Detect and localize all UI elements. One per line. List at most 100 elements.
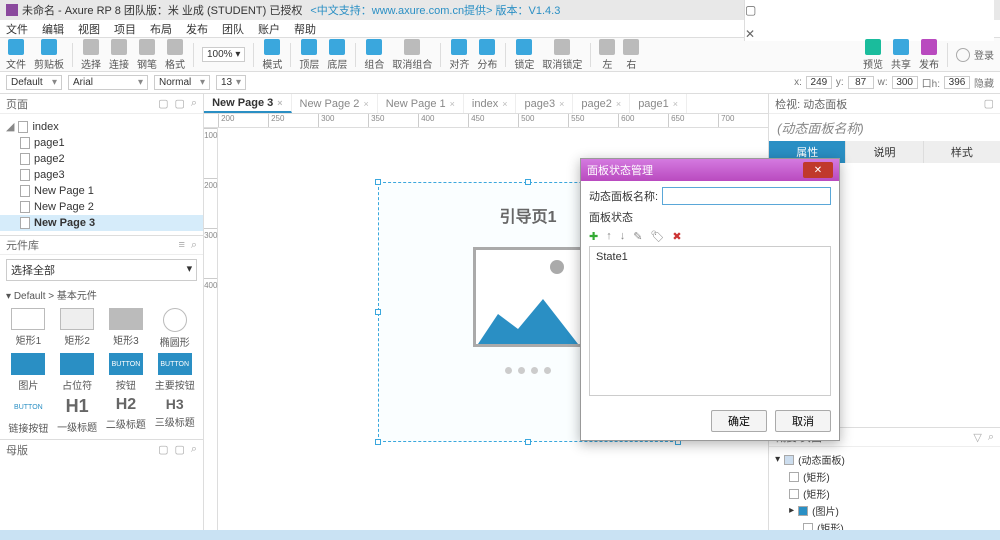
lib-placeholder[interactable]: 占位符 xyxy=(55,353,100,392)
master-search-icon[interactable]: ⌕ xyxy=(191,443,197,456)
tab[interactable]: New Page 1× xyxy=(378,94,464,113)
panel-name-input[interactable] xyxy=(662,187,831,205)
library-breadcrumb[interactable]: ▾ Default > 基本元件 xyxy=(0,285,203,304)
tb-left[interactable]: 左 xyxy=(599,39,615,71)
tb-ungroup[interactable]: 取消组合 xyxy=(392,39,432,71)
resize-handle[interactable] xyxy=(375,179,381,185)
lib-h1[interactable]: H1一级标题 xyxy=(55,396,100,435)
lib-h2[interactable]: H2二级标题 xyxy=(104,396,149,435)
library-select[interactable]: 选择全部▾ xyxy=(6,259,197,281)
collapse-icon[interactable]: ▢ xyxy=(984,97,994,110)
tree-page[interactable]: page1 xyxy=(0,135,203,151)
tb-publish[interactable]: 发布 xyxy=(919,39,939,71)
move-up-icon[interactable]: ↑ xyxy=(606,230,612,243)
lib-rect2[interactable]: 矩形2 xyxy=(55,308,100,349)
widget-name-field[interactable]: (动态面板名称) xyxy=(769,114,1000,141)
lib-rect1[interactable]: 矩形1 xyxy=(6,308,51,349)
outline-item[interactable]: (矩形) xyxy=(775,468,994,485)
tab[interactable]: page3× xyxy=(516,94,573,113)
dialog-close-button[interactable]: ✕ xyxy=(803,162,833,178)
move-down-icon[interactable]: ↓ xyxy=(620,230,626,243)
tb-share[interactable]: 共享 xyxy=(891,39,911,71)
style-select[interactable]: Default▾ xyxy=(6,75,62,90)
menu-arrange[interactable]: 布局 xyxy=(150,21,172,37)
coord-x[interactable]: 249 xyxy=(806,76,832,89)
lib-h3[interactable]: H3三级标题 xyxy=(152,396,197,435)
coord-w[interactable]: 300 xyxy=(892,76,918,89)
tb-distribute[interactable]: 分布 xyxy=(477,39,497,71)
tree-page[interactable]: page2 xyxy=(0,151,203,167)
tree-page[interactable]: New Page 1 xyxy=(0,183,203,199)
menu-publish[interactable]: 发布 xyxy=(186,21,208,37)
outline-search-icon[interactable]: ⌕ xyxy=(988,431,994,444)
lib-rect3[interactable]: 矩形3 xyxy=(104,308,149,349)
lib-link-button[interactable]: BUTTON链接按钮 xyxy=(6,396,51,435)
lib-primary-button[interactable]: BUTTON主要按钮 xyxy=(152,353,197,392)
tb-mode[interactable]: 模式 xyxy=(262,39,282,71)
tb-format[interactable]: 格式 xyxy=(165,39,185,71)
tab[interactable]: New Page 2× xyxy=(292,94,378,113)
coord-y[interactable]: 87 xyxy=(848,76,874,89)
edit-icon[interactable]: 🏷 xyxy=(650,230,664,243)
states-list[interactable]: State1 xyxy=(589,246,831,396)
tb-lock[interactable]: 锁定 xyxy=(514,39,534,71)
tb-right[interactable]: 右 xyxy=(623,39,639,71)
tb-pen[interactable]: 钢笔 xyxy=(137,39,157,71)
delete-state-icon[interactable]: ✖ xyxy=(672,230,681,243)
duplicate-icon[interactable]: ✎ xyxy=(633,230,642,243)
taskbar[interactable] xyxy=(0,530,1000,540)
coord-h[interactable]: 396 xyxy=(944,76,970,89)
login-button[interactable]: 登录 xyxy=(956,47,994,62)
size-select[interactable]: 13▾ xyxy=(216,75,246,90)
state-item[interactable]: State1 xyxy=(592,249,828,265)
outline-item[interactable]: (矩形) xyxy=(775,485,994,502)
tb-preview[interactable]: 预览 xyxy=(863,39,883,71)
add-master-icon[interactable]: ▢ xyxy=(158,443,168,456)
menu-help[interactable]: 帮助 xyxy=(294,21,316,37)
menu-file[interactable]: 文件 xyxy=(6,21,28,37)
lib-menu-icon[interactable]: ≡ xyxy=(179,239,185,252)
lib-button[interactable]: BUTTON按钮 xyxy=(104,353,149,392)
menu-edit[interactable]: 编辑 xyxy=(42,21,64,37)
resize-handle[interactable] xyxy=(375,309,381,315)
menu-account[interactable]: 账户 xyxy=(258,21,280,37)
filter-icon[interactable]: ▽ xyxy=(973,431,981,444)
weight-select[interactable]: Normal▾ xyxy=(154,75,210,90)
add-page-icon[interactable]: ▢ xyxy=(158,97,168,110)
outline-item[interactable]: ▾ (动态面板) xyxy=(775,451,994,468)
add-folder-icon[interactable]: ▢ xyxy=(175,97,185,110)
resize-handle[interactable] xyxy=(525,179,531,185)
outline-item[interactable]: ▸ (图片) xyxy=(775,502,994,519)
tab-close-icon[interactable]: × xyxy=(277,98,282,108)
tab-notes[interactable]: 说明 xyxy=(845,141,923,163)
tree-page[interactable]: New Page 2 xyxy=(0,199,203,215)
resize-handle[interactable] xyxy=(375,439,381,445)
tb-file[interactable]: 文件 xyxy=(6,39,26,71)
maximize-icon[interactable]: ▢ xyxy=(745,3,994,17)
tab[interactable]: page1× xyxy=(630,94,687,113)
search-icon[interactable]: ⌕ xyxy=(191,97,197,110)
menu-team[interactable]: 团队 xyxy=(222,21,244,37)
menu-view[interactable]: 视图 xyxy=(78,21,100,37)
add-state-icon[interactable]: ✚ xyxy=(589,230,598,243)
lib-search-icon[interactable]: ⌕ xyxy=(191,239,197,252)
cancel-button[interactable]: 取消 xyxy=(775,410,831,432)
tb-group[interactable]: 组合 xyxy=(364,39,384,71)
tb-back[interactable]: 底层 xyxy=(327,39,347,71)
ok-button[interactable]: 确定 xyxy=(711,410,767,432)
master-folder-icon[interactable]: ▢ xyxy=(175,443,185,456)
tb-unlock[interactable]: 取消锁定 xyxy=(542,39,582,71)
tab-style[interactable]: 样式 xyxy=(924,141,1000,163)
tb-select[interactable]: 选择 xyxy=(81,39,101,71)
tab-active[interactable]: New Page 3× xyxy=(204,94,291,113)
tb-connect[interactable]: 连接 xyxy=(109,39,129,71)
tab[interactable]: index× xyxy=(464,94,517,113)
dialog-titlebar[interactable]: 面板状态管理 ✕ xyxy=(581,159,839,181)
lib-image[interactable]: 图片 xyxy=(6,353,51,392)
tree-page-selected[interactable]: New Page 3 xyxy=(0,215,203,231)
menu-project[interactable]: 项目 xyxy=(114,21,136,37)
tb-align[interactable]: 对齐 xyxy=(449,39,469,71)
tree-root[interactable]: ◢index xyxy=(0,118,203,135)
tb-front[interactable]: 顶层 xyxy=(299,39,319,71)
hide-link[interactable]: 隐藏 xyxy=(974,75,994,90)
